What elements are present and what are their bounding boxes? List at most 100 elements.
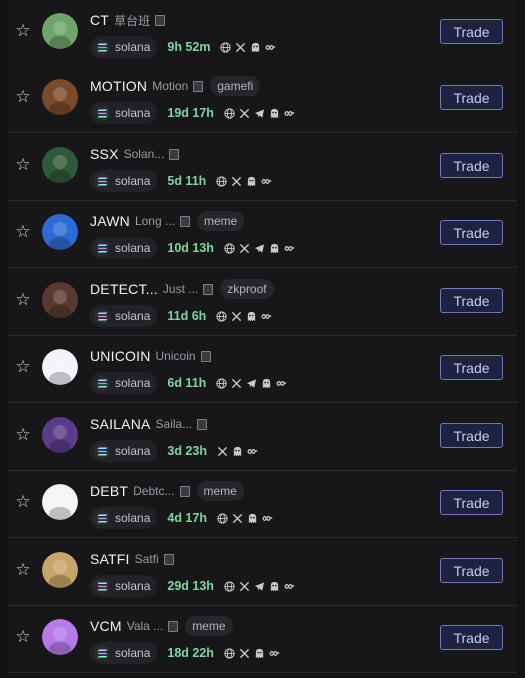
- dex-icon[interactable]: [262, 513, 273, 524]
- telegram-icon[interactable]: [254, 243, 265, 254]
- trade-button[interactable]: Trade: [440, 625, 503, 650]
- token-title-line: CT 草台班: [90, 9, 166, 31]
- star-icon[interactable]: ☆: [14, 561, 32, 579]
- ghost-icon[interactable]: [250, 42, 261, 53]
- token-row[interactable]: ☆ UNICOIN Unicoin solana 6d 11h Trade: [8, 336, 517, 403]
- ghost-icon[interactable]: [247, 513, 258, 524]
- x-icon[interactable]: [231, 378, 242, 389]
- dex-icon[interactable]: [261, 311, 272, 322]
- token-age: 29d 13h: [167, 579, 214, 593]
- x-icon[interactable]: [231, 176, 242, 187]
- solana-icon: [94, 375, 110, 391]
- dex-icon[interactable]: [284, 581, 295, 592]
- copy-icon[interactable]: [179, 485, 190, 497]
- trade-button[interactable]: Trade: [440, 490, 503, 515]
- ghost-icon[interactable]: [246, 176, 257, 187]
- star-icon[interactable]: ☆: [14, 156, 32, 174]
- x-icon[interactable]: [235, 42, 246, 53]
- dex-icon[interactable]: [276, 378, 287, 389]
- globe-icon[interactable]: [224, 580, 235, 592]
- copy-icon[interactable]: [168, 620, 179, 632]
- dex-icon[interactable]: [269, 648, 280, 659]
- dex-icon[interactable]: [284, 108, 295, 119]
- solana-icon: [94, 578, 110, 594]
- trade-button[interactable]: Trade: [440, 558, 503, 583]
- chain-badge: solana: [90, 372, 158, 394]
- copy-icon[interactable]: [193, 80, 204, 92]
- star-icon[interactable]: ☆: [14, 358, 32, 376]
- telegram-icon[interactable]: [254, 108, 265, 119]
- ghost-icon[interactable]: [269, 243, 280, 254]
- token-name: Just ...: [162, 282, 199, 296]
- token-row[interactable]: ☆ VCM Vala ... meme solana 18d 22h Trade: [8, 606, 517, 673]
- chain-label: solana: [115, 174, 151, 188]
- star-icon[interactable]: ☆: [14, 493, 32, 511]
- dex-icon[interactable]: [261, 176, 272, 187]
- copy-icon[interactable]: [169, 148, 180, 160]
- trade-button[interactable]: Trade: [440, 153, 503, 178]
- token-age: 9h 52m: [167, 40, 211, 54]
- x-icon[interactable]: [239, 581, 250, 592]
- copy-icon[interactable]: [203, 283, 214, 295]
- token-age: 19d 17h: [167, 106, 214, 120]
- copy-icon[interactable]: [200, 350, 211, 362]
- chain-label: solana: [115, 646, 151, 660]
- solana-icon: [94, 308, 110, 324]
- chain-label: solana: [115, 241, 151, 255]
- dex-icon[interactable]: [247, 446, 258, 457]
- globe-icon[interactable]: [224, 107, 235, 119]
- globe-icon[interactable]: [216, 310, 227, 322]
- star-icon[interactable]: ☆: [14, 628, 32, 646]
- telegram-icon[interactable]: [246, 378, 257, 389]
- globe-icon[interactable]: [224, 242, 235, 254]
- token-ticker: VCM: [90, 618, 122, 634]
- star-icon[interactable]: ☆: [14, 88, 32, 106]
- copy-icon[interactable]: [155, 14, 166, 26]
- token-row[interactable]: ☆ CT 草台班 solana 9h 52m Trade: [8, 0, 517, 67]
- x-icon[interactable]: [239, 648, 250, 659]
- ghost-icon[interactable]: [254, 648, 265, 659]
- star-icon[interactable]: ☆: [14, 426, 32, 444]
- token-row[interactable]: ☆ JAWN Long ... meme solana 10d 13h Trade: [8, 201, 517, 268]
- globe-icon[interactable]: [217, 512, 228, 524]
- trade-button[interactable]: Trade: [440, 220, 503, 245]
- x-icon[interactable]: [232, 513, 243, 524]
- trade-button[interactable]: Trade: [440, 423, 503, 448]
- globe-icon[interactable]: [224, 647, 235, 659]
- dex-icon[interactable]: [265, 42, 277, 53]
- token-row[interactable]: ☆ DEBT Debtc... meme solana 4d 17h Trade: [8, 471, 517, 538]
- star-icon[interactable]: ☆: [14, 223, 32, 241]
- star-icon[interactable]: ☆: [14, 22, 32, 40]
- globe-icon[interactable]: [216, 175, 227, 187]
- token-row[interactable]: ☆ SAILANA Saila... solana 3d 23h Trade: [8, 404, 517, 471]
- ghost-icon[interactable]: [246, 311, 257, 322]
- trade-button[interactable]: Trade: [440, 355, 503, 380]
- copy-icon[interactable]: [163, 553, 174, 565]
- token-row[interactable]: ☆ SSX Solan... solana 5d 11h Trade: [8, 134, 517, 201]
- ghost-icon[interactable]: [269, 581, 280, 592]
- token-row[interactable]: ☆ DETECT... Just ... zkproof solana 11d 6h Tra…: [8, 269, 517, 336]
- chain-badge: solana: [90, 440, 158, 462]
- x-icon[interactable]: [239, 108, 250, 119]
- token-name: Solan...: [123, 147, 165, 161]
- copy-icon[interactable]: [179, 215, 190, 227]
- chain-badge: solana: [90, 507, 158, 529]
- trade-button[interactable]: Trade: [440, 288, 503, 313]
- dex-icon[interactable]: [284, 243, 295, 254]
- star-icon[interactable]: ☆: [14, 291, 32, 309]
- telegram-icon[interactable]: [254, 581, 265, 592]
- globe-icon[interactable]: [220, 41, 232, 53]
- token-row[interactable]: ☆ MOTION Motion gamefi solana 19d 17h Trade: [8, 66, 517, 133]
- token-row[interactable]: ☆ SATFI Satfi solana 29d 13h Trade: [8, 539, 517, 606]
- ghost-icon[interactable]: [232, 446, 243, 457]
- trade-button[interactable]: Trade: [440, 19, 503, 44]
- x-icon[interactable]: [231, 311, 242, 322]
- ghost-icon[interactable]: [261, 378, 272, 389]
- chain-label: solana: [115, 40, 151, 54]
- copy-icon[interactable]: [197, 418, 208, 430]
- x-icon[interactable]: [217, 446, 228, 457]
- trade-button[interactable]: Trade: [440, 85, 503, 110]
- ghost-icon[interactable]: [269, 108, 280, 119]
- x-icon[interactable]: [239, 243, 250, 254]
- globe-icon[interactable]: [216, 377, 227, 389]
